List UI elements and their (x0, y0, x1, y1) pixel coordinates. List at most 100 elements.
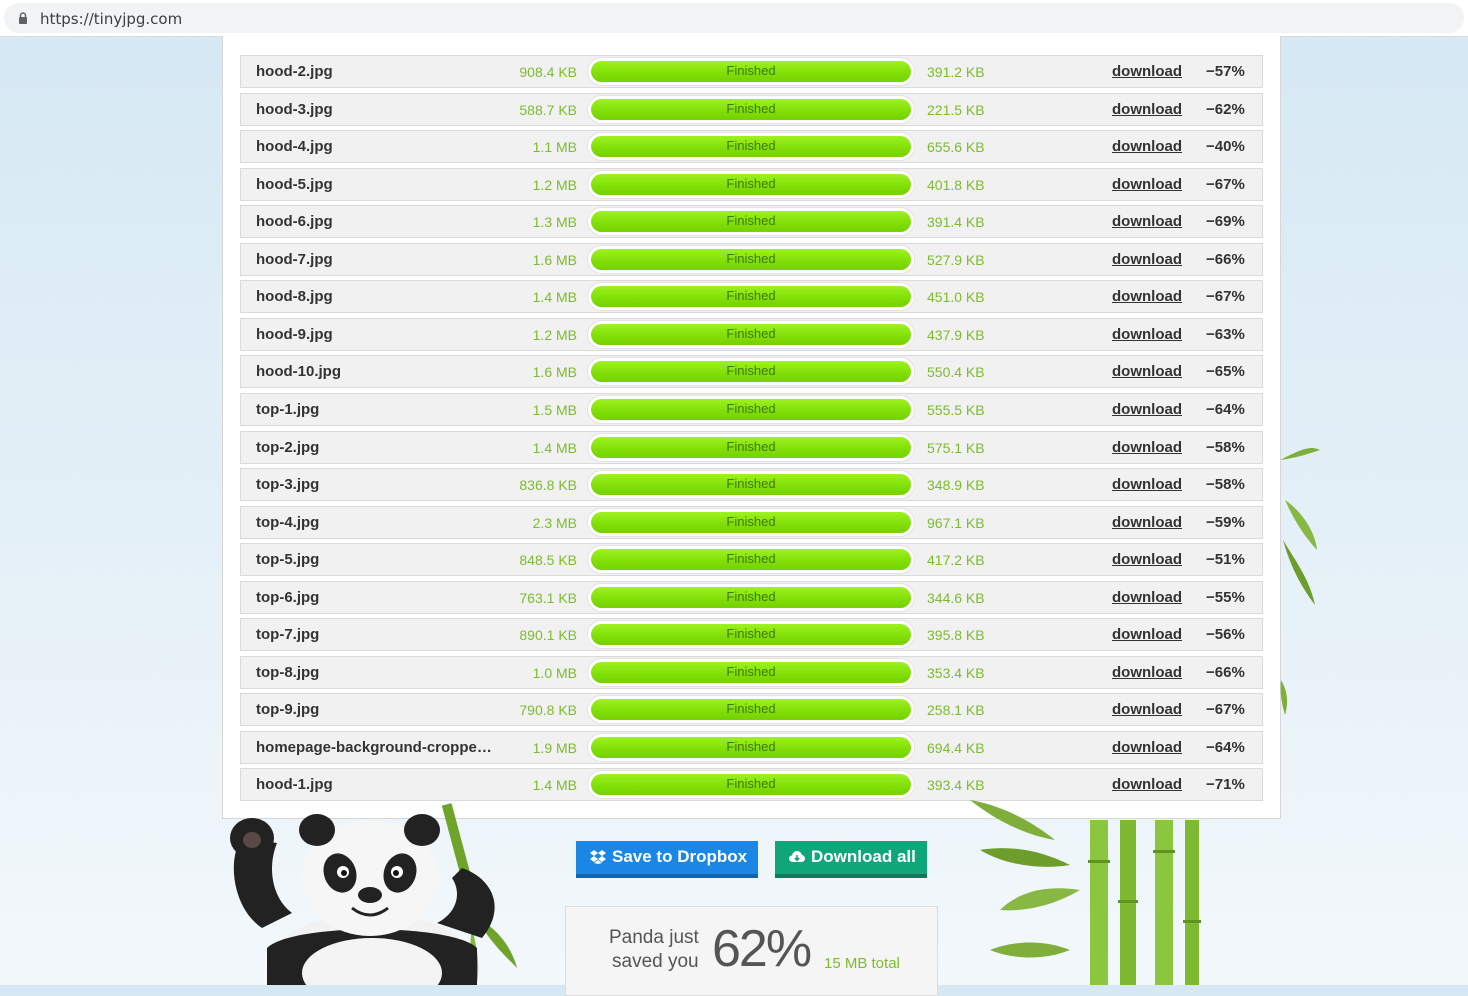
file-name: hood-8.jpg (256, 288, 333, 305)
original-size: 1.4 MB (532, 777, 577, 793)
file-name: hood-10.jpg (256, 363, 341, 380)
original-size: 836.8 KB (519, 477, 577, 493)
file-name: hood-5.jpg (256, 176, 333, 193)
saving-percent: −63% (1206, 326, 1245, 343)
compressed-size: 967.1 KB (927, 515, 985, 531)
download-link[interactable]: download (1112, 138, 1182, 155)
file-row: hood-3.jpg 588.7 KB Finished 221.5 KB downlo… (240, 93, 1263, 126)
file-name: top-5.jpg (256, 551, 320, 568)
progress-bar: Finished (587, 395, 915, 424)
file-row: top-5.jpg 848.5 KB Finished 417.2 KB downloa… (240, 543, 1263, 576)
original-size: 1.2 MB (532, 177, 577, 193)
download-all-label: Download all (811, 847, 916, 866)
file-row: hood-8.jpg 1.4 MB Finished 451.0 KB download… (240, 280, 1263, 313)
compressed-size: 391.4 KB (927, 214, 985, 230)
original-size: 848.5 KB (519, 552, 577, 568)
file-row: top-8.jpg 1.0 MB Finished 353.4 KB download −… (240, 656, 1263, 689)
download-link[interactable]: download (1112, 739, 1182, 756)
progress-bar: Finished (587, 620, 915, 649)
compressed-size: 344.6 KB (927, 590, 985, 606)
file-name: top-6.jpg (256, 589, 320, 606)
file-name: top-8.jpg (256, 664, 320, 681)
compressed-size: 348.9 KB (927, 477, 985, 493)
file-row: hood-4.jpg 1.1 MB Finished 655.6 KB download… (240, 130, 1263, 163)
savings-percent: 62% (712, 920, 812, 978)
progress-bar: Finished (587, 170, 915, 199)
file-row: hood-9.jpg 1.2 MB Finished 437.9 KB download… (240, 318, 1263, 351)
progress-status: Finished (726, 138, 776, 153)
save-to-dropbox-button[interactable]: Save to Dropbox (576, 841, 758, 878)
compressed-size: 555.5 KB (927, 402, 985, 418)
progress-bar: Finished (587, 770, 915, 799)
saving-percent: −55% (1206, 589, 1245, 606)
saving-percent: −66% (1206, 251, 1245, 268)
saving-percent: −62% (1206, 101, 1245, 118)
progress-status: Finished (726, 701, 776, 716)
saving-percent: −51% (1206, 551, 1245, 568)
file-name: hood-1.jpg (256, 776, 333, 793)
download-link[interactable]: download (1112, 476, 1182, 493)
compressed-size: 550.4 KB (927, 364, 985, 380)
saving-percent: −58% (1206, 439, 1245, 456)
progress-bar: Finished (587, 282, 915, 311)
saving-percent: −64% (1206, 739, 1245, 756)
saving-percent: −58% (1206, 476, 1245, 493)
file-row: top-4.jpg 2.3 MB Finished 967.1 KB download −… (240, 506, 1263, 539)
progress-status: Finished (726, 176, 776, 191)
download-link[interactable]: download (1112, 589, 1182, 606)
progress-status: Finished (726, 476, 776, 491)
progress-bar: Finished (587, 658, 915, 687)
download-link[interactable]: download (1112, 63, 1182, 80)
download-all-button[interactable]: Download all (775, 841, 927, 878)
file-name: hood-4.jpg (256, 138, 333, 155)
original-size: 1.4 MB (532, 289, 577, 305)
download-link[interactable]: download (1112, 251, 1182, 268)
download-link[interactable]: download (1112, 626, 1182, 643)
compressed-size: 694.4 KB (927, 740, 985, 756)
compressed-size: 437.9 KB (927, 327, 985, 343)
progress-bar: Finished (587, 545, 915, 574)
saving-percent: −67% (1206, 288, 1245, 305)
file-name: hood-3.jpg (256, 101, 333, 118)
browser-address-bar: https://tinyjpg.com (0, 0, 1468, 37)
url-text: https://tinyjpg.com (40, 10, 183, 28)
download-link[interactable]: download (1112, 401, 1182, 418)
file-name: top-3.jpg (256, 476, 320, 493)
download-link[interactable]: download (1112, 288, 1182, 305)
file-name: homepage-background-croppe… (256, 739, 492, 756)
download-link[interactable]: download (1112, 439, 1182, 456)
download-link[interactable]: download (1112, 664, 1182, 681)
compressed-size: 527.9 KB (927, 252, 985, 268)
download-link[interactable]: download (1112, 514, 1182, 531)
download-link[interactable]: download (1112, 363, 1182, 380)
savings-summary: Panda just saved you 62% 15 MB total (565, 906, 938, 996)
download-link[interactable]: download (1112, 176, 1182, 193)
progress-status: Finished (726, 739, 776, 754)
progress-bar: Finished (587, 433, 915, 462)
file-row: hood-5.jpg 1.2 MB Finished 401.8 KB download… (240, 168, 1263, 201)
download-link[interactable]: download (1112, 701, 1182, 718)
cloud-download-icon (789, 851, 805, 862)
progress-status: Finished (726, 401, 776, 416)
file-row: top-7.jpg 890.1 KB Finished 395.8 KB downloa… (240, 618, 1263, 651)
progress-status: Finished (726, 363, 776, 378)
download-link[interactable]: download (1112, 551, 1182, 568)
download-link[interactable]: download (1112, 213, 1182, 230)
progress-status: Finished (726, 776, 776, 791)
original-size: 1.6 MB (532, 252, 577, 268)
saving-percent: −57% (1206, 63, 1245, 80)
url-field[interactable]: https://tinyjpg.com (4, 3, 1464, 33)
progress-bar: Finished (587, 508, 915, 537)
file-name: hood-9.jpg (256, 326, 333, 343)
original-size: 1.0 MB (532, 665, 577, 681)
saving-percent: −40% (1206, 138, 1245, 155)
file-row: top-9.jpg 790.8 KB Finished 258.1 KB downloa… (240, 693, 1263, 726)
progress-status: Finished (726, 664, 776, 679)
download-link[interactable]: download (1112, 101, 1182, 118)
progress-status: Finished (726, 626, 776, 641)
progress-status: Finished (726, 551, 776, 566)
original-size: 790.8 KB (519, 702, 577, 718)
progress-status: Finished (726, 326, 776, 341)
file-name: top-4.jpg (256, 514, 320, 531)
download-link[interactable]: download (1112, 326, 1182, 343)
